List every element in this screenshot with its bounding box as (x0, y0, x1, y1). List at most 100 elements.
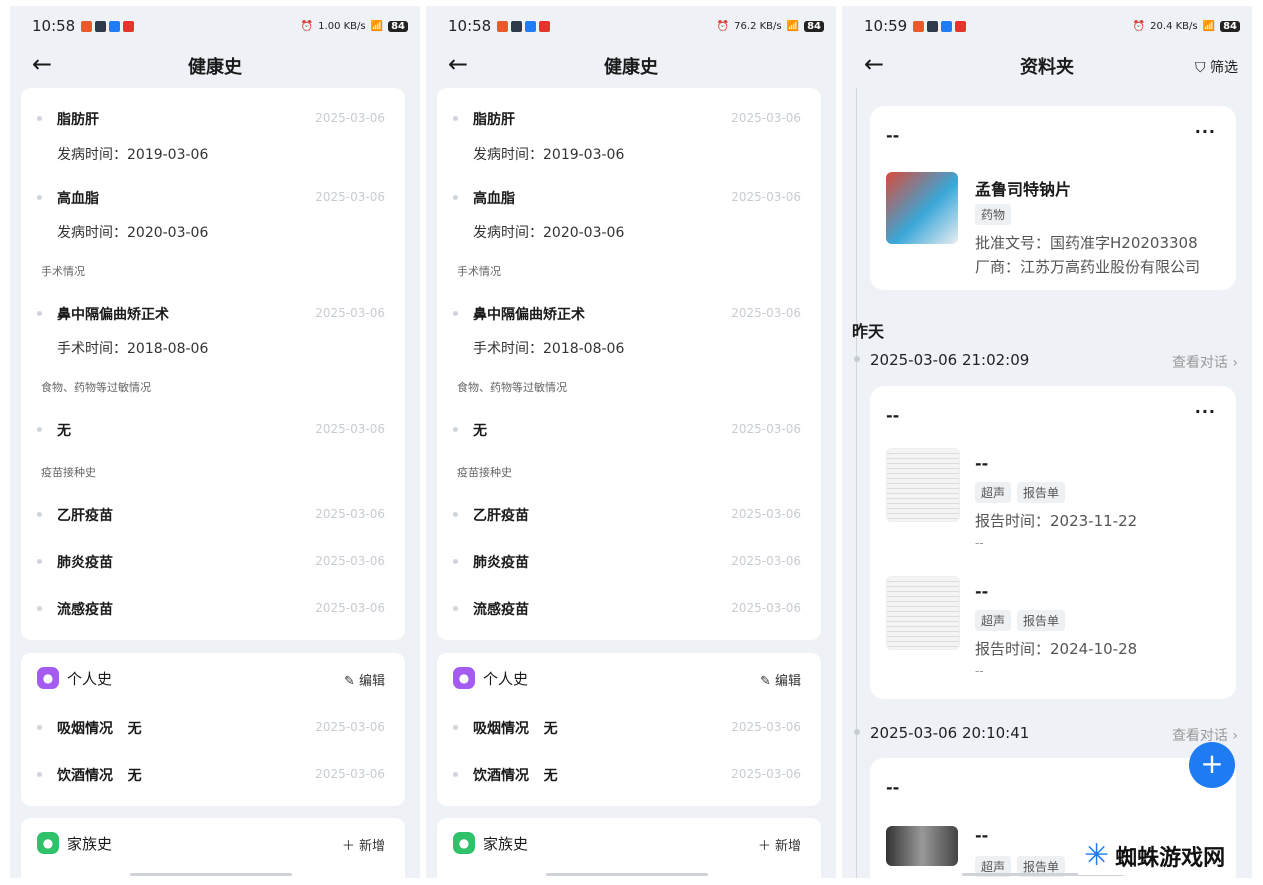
list-item[interactable]: 肺炎疫苗 2025-03-06 (437, 547, 821, 577)
list-item[interactable]: 无 2025-03-06 (437, 415, 821, 445)
bullet-icon (453, 559, 458, 564)
section-label: 疫苗接种史 (41, 466, 96, 479)
notification-icon (539, 20, 551, 32)
add-button[interactable]: ＋ 新增 (342, 835, 385, 854)
manufacturer: 厂商：江苏万高药业股份有限公司 (975, 258, 1201, 276)
tag-list: 药物 (975, 204, 1017, 225)
status-time: 10:58 (32, 17, 76, 35)
item-date: 2025-03-06 (731, 422, 801, 436)
back-arrow-icon[interactable]: ← (864, 52, 884, 76)
battery-indicator: 84 (388, 20, 408, 32)
list-item[interactable]: 高血脂 2025-03-06 (437, 183, 821, 213)
notification-icon (927, 20, 939, 32)
bullet-icon (37, 725, 42, 730)
item-date: 2025-03-06 (315, 422, 385, 436)
back-arrow-icon[interactable]: ← (448, 52, 468, 76)
report-image (886, 826, 958, 866)
bullet-icon (37, 606, 42, 611)
item-date: 2025-03-06 (315, 601, 385, 615)
filter-label: 筛选 (1210, 60, 1238, 76)
back-arrow-icon[interactable]: ← (32, 52, 52, 76)
add-fab-button[interactable]: + (1189, 742, 1235, 788)
bullet-icon (453, 116, 458, 121)
signal-icon: 📶 (1202, 20, 1216, 32)
list-item[interactable]: 脂肪肝 2025-03-06 (21, 104, 405, 134)
section-label: 手术情况 (41, 265, 85, 278)
bullet-icon (453, 772, 458, 777)
report-card[interactable]: -- ··· -- 超声 报告单 报告时间：2023-11-22 -- -- 超声… (870, 386, 1236, 699)
family-history-card: ● 家族史 ＋ 新增 (437, 818, 821, 878)
section-label: 疫苗接种史 (457, 466, 512, 479)
section-label: 手术情况 (457, 265, 501, 278)
section-label: 食物、药物等过敏情况 (41, 381, 151, 394)
list-item[interactable]: 鼻中隔偏曲矫正术 2025-03-06 (437, 299, 821, 329)
bullet-icon (37, 772, 42, 777)
list-item[interactable]: 吸烟情况 无 2025-03-06 (437, 713, 821, 743)
list-item[interactable]: 肺炎疫苗 2025-03-06 (21, 547, 405, 577)
item-name: 饮酒情况 无 (57, 768, 142, 784)
day-label: 昨天 (852, 322, 885, 341)
nav-bar: ← 健康史 (10, 46, 420, 86)
list-item[interactable]: 流感疫苗 2025-03-06 (21, 594, 405, 624)
onset-time: 发病时间：2019-03-06 (57, 147, 209, 163)
list-item[interactable]: 饮酒情况 无 2025-03-06 (437, 760, 821, 790)
list-item[interactable]: 高血脂 2025-03-06 (21, 183, 405, 213)
timeline-dot (854, 729, 860, 735)
item-name: 吸烟情况 无 (57, 721, 142, 737)
section-header: ● 家族史 (453, 832, 528, 854)
add-label: 新增 (774, 839, 801, 854)
notification-icon (81, 20, 93, 32)
medicine-card[interactable]: -- ··· 孟鲁司特钠片 药物 批准文号：国药准字H20203308 厂商：江… (870, 106, 1236, 290)
list-item[interactable]: 乙肝疫苗 2025-03-06 (21, 500, 405, 530)
signal-icon: 📶 (370, 20, 384, 32)
section-title: 家族史 (483, 834, 529, 853)
section-header: ● 个人史 (37, 667, 112, 689)
watermark: ✳ 蜘蛛游戏网 (1078, 836, 1232, 875)
item-name: -- (975, 454, 989, 473)
filter-button[interactable]: ⛉ 筛选 (1195, 57, 1238, 77)
bullet-icon (453, 725, 458, 730)
list-item[interactable]: 流感疫苗 2025-03-06 (437, 594, 821, 624)
person-icon: ● (37, 667, 59, 689)
timeline-dot (854, 356, 860, 362)
list-item[interactable]: 吸烟情况 无 2025-03-06 (21, 713, 405, 743)
list-item[interactable]: 饮酒情况 无 2025-03-06 (21, 760, 405, 790)
item-name: 无 (57, 423, 71, 439)
item-date: 2025-03-06 (731, 306, 801, 320)
edit-button[interactable]: ✎ 编辑 (760, 670, 801, 689)
section-title: 个人史 (483, 669, 529, 688)
net-speed: 1.00 KB/s (318, 20, 366, 32)
family-history-card: ● 家族史 ＋ 新增 (21, 818, 405, 878)
more-icon[interactable]: ··· (1195, 402, 1216, 421)
item-name: 吸烟情况 无 (473, 721, 558, 737)
alarm-icon: ⏰ (1132, 20, 1146, 32)
health-history-screen-1: 10:58 ⏰ 1.00 KB/s 📶 84 ← 健康史 脂肪肝 2025-03-… (10, 6, 420, 878)
bullet-icon (453, 512, 458, 517)
item-date: 2025-03-06 (731, 554, 801, 568)
add-button[interactable]: ＋ 新增 (758, 835, 801, 854)
item-date: 2025-03-06 (731, 111, 801, 125)
section-label: 食物、药物等过敏情况 (457, 381, 567, 394)
list-item[interactable]: 鼻中隔偏曲矫正术 2025-03-06 (21, 299, 405, 329)
list-item[interactable]: 无 2025-03-06 (21, 415, 405, 445)
status-bar: 10:58 ⏰ 1.00 KB/s 📶 84 (10, 6, 420, 46)
bullet-icon (37, 195, 42, 200)
tag: 药物 (975, 204, 1012, 225)
item-date: 2025-03-06 (731, 507, 801, 521)
item-date: 2025-03-06 (731, 767, 801, 781)
edit-button[interactable]: ✎ 编辑 (344, 670, 385, 689)
item-date: 2025-03-06 (315, 306, 385, 320)
view-conversation-link[interactable]: 查看对话 › (1172, 352, 1238, 372)
battery-indicator: 84 (804, 20, 824, 32)
page-title: 健康史 (188, 57, 242, 78)
timestamp: 2025-03-06 21:02:09 (870, 351, 1030, 369)
list-item[interactable]: 乙肝疫苗 2025-03-06 (437, 500, 821, 530)
personal-history-card: ● 个人史 ✎ 编辑 吸烟情况 无 2025-03-06 饮酒情况 无 2025-03… (21, 653, 405, 806)
notification-icon (525, 20, 537, 32)
item-date: 2025-03-06 (315, 720, 385, 734)
more-icon[interactable]: ··· (1195, 122, 1216, 141)
list-item[interactable]: 脂肪肝 2025-03-06 (437, 104, 821, 134)
onset-time: 发病时间：2020-03-06 (473, 225, 625, 241)
battery-indicator: 84 (1220, 20, 1240, 32)
tag-list: 超声 报告单 (975, 610, 1071, 631)
